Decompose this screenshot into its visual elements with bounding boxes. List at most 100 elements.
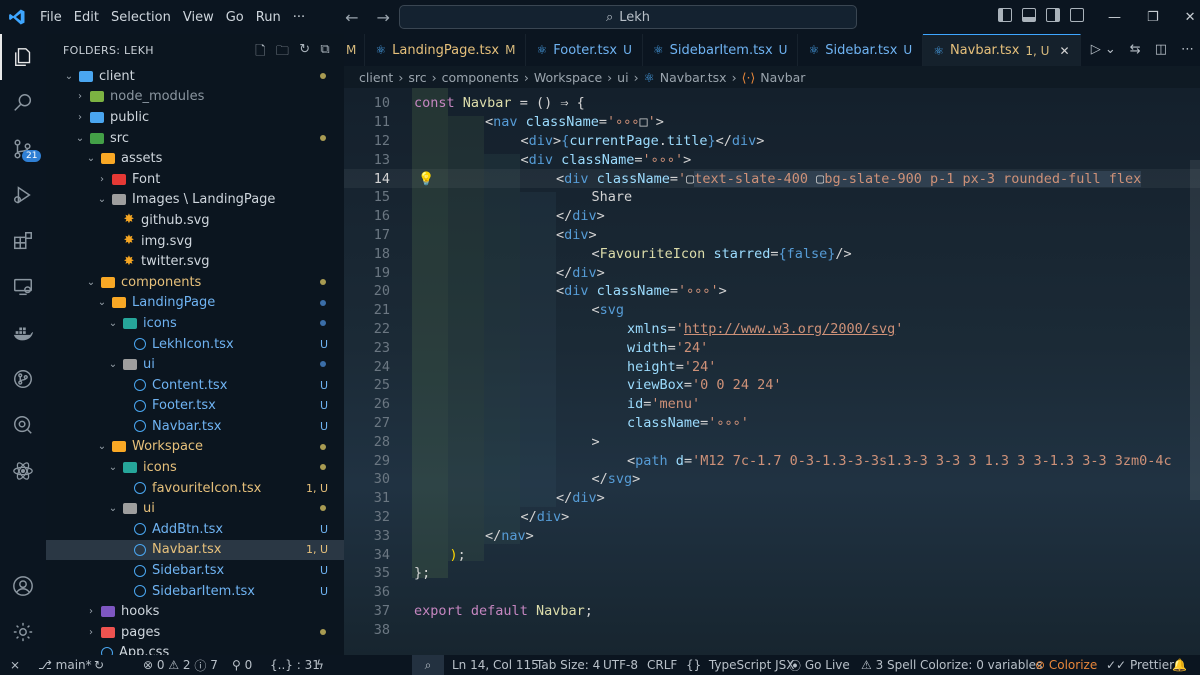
collapse-all-icon[interactable]: ⧉: [320, 42, 330, 64]
folder-item[interactable]: ⌄ LandingPage: [46, 293, 344, 314]
editor-tab[interactable]: ⚛ Sidebar.tsx U: [798, 34, 924, 66]
close-tab-icon[interactable]: ✕: [1059, 44, 1069, 58]
lightbulb-icon[interactable]: 💡: [418, 172, 434, 187]
go-live-button[interactable]: ⦿ Go Live: [789, 655, 850, 675]
source-control-icon[interactable]: 21: [0, 126, 46, 172]
extensions-icon[interactable]: [0, 218, 46, 264]
branch-indicator[interactable]: ⎇ main*: [38, 655, 92, 675]
scrollbar[interactable]: [1190, 160, 1200, 500]
file-item[interactable]: Navbar.tsx U: [46, 416, 344, 437]
problems-indicator[interactable]: ⊗ 0 ⚠ 2 ⓘ 7: [143, 655, 218, 675]
command-center-search[interactable]: ⌕ Lekh: [399, 5, 857, 29]
refresh-icon[interactable]: ↻: [299, 42, 310, 64]
toggle-panel-icon[interactable]: [1022, 8, 1036, 22]
menu-item[interactable]: ···: [287, 10, 311, 25]
folder-item[interactable]: ⌄ client: [46, 66, 344, 87]
breadcrumb-item[interactable]: Navbar.tsx: [660, 70, 727, 85]
encoding[interactable]: UTF-8: [603, 655, 638, 675]
breadcrumb-item[interactable]: ui: [617, 70, 628, 85]
menu-item[interactable]: File: [34, 10, 68, 25]
language-mode[interactable]: {} TypeScript JSX: [686, 655, 794, 675]
menu-item[interactable]: Edit: [68, 10, 105, 25]
search-icon[interactable]: [0, 80, 46, 126]
customize-layout-icon[interactable]: [1070, 8, 1084, 22]
editor-tab[interactable]: ⚛ LandingPage.tsx M: [365, 34, 527, 66]
editor-tab[interactable]: ⚛ Footer.tsx U: [526, 34, 643, 66]
ports-indicator[interactable]: ⚲ 0: [232, 655, 252, 675]
file-item[interactable]: Sidebar.tsx U: [46, 560, 344, 581]
file-item[interactable]: ✸ img.svg: [46, 231, 344, 252]
folder-item[interactable]: › node_modules: [46, 87, 344, 108]
spell-indicator[interactable]: ⚠ 3 Spell: [861, 655, 916, 675]
remote-explorer-icon[interactable]: [0, 264, 46, 310]
explorer-icon[interactable]: [0, 34, 46, 80]
breadcrumb-item[interactable]: src: [408, 70, 426, 85]
react-icon[interactable]: [0, 448, 46, 494]
more-actions-icon[interactable]: ⋯: [1181, 42, 1194, 57]
file-item[interactable]: Content.tsx U: [46, 375, 344, 396]
folder-item[interactable]: ⌄ components: [46, 272, 344, 293]
folder-item[interactable]: ⌄ src: [46, 128, 344, 149]
colorize-button[interactable]: ⊘ Colorize: [1035, 655, 1097, 675]
remote-indicator-icon[interactable]: ⨯: [0, 655, 30, 675]
editor-tab[interactable]: M: [344, 34, 366, 66]
file-item[interactable]: Navbar.tsx 1, U: [46, 539, 344, 561]
breadcrumb-item[interactable]: client: [359, 70, 393, 85]
sync-icon[interactable]: ↻: [94, 655, 104, 675]
folder-item[interactable]: ⌄ ui: [46, 498, 344, 519]
breadcrumb-item[interactable]: Navbar: [760, 70, 805, 85]
close-icon[interactable]: ✕: [1185, 10, 1196, 25]
file-item[interactable]: SidebarItem.tsx U: [46, 581, 344, 602]
breadcrumb-item[interactable]: Workspace: [534, 70, 602, 85]
notifications-icon[interactable]: 🔔: [1172, 655, 1187, 675]
settings-gear-icon[interactable]: [0, 609, 46, 655]
prettier-button[interactable]: ✓✓ Prettier: [1106, 655, 1174, 675]
minimize-icon[interactable]: —: [1108, 10, 1121, 25]
folder-item[interactable]: ⌄ Images \ LandingPage: [46, 190, 344, 211]
folder-item[interactable]: ⌄ icons: [46, 457, 344, 478]
folder-item[interactable]: ⌄ Workspace: [46, 437, 344, 458]
folder-item[interactable]: › hooks: [46, 601, 344, 622]
code-editor[interactable]: 10 const Navbar = () ⇒ {11 <nav className=…: [344, 88, 1200, 655]
new-file-icon[interactable]: 🗋: [255, 42, 266, 64]
folder-item[interactable]: › pages: [46, 622, 344, 643]
file-item[interactable]: ✸ github.svg: [46, 210, 344, 231]
editor-tab[interactable]: ⚛ SidebarItem.tsx U: [643, 34, 799, 66]
menu-item[interactable]: Selection: [105, 10, 177, 25]
menu-item[interactable]: Go: [220, 10, 250, 25]
file-item[interactable]: ✸ twitter.svg: [46, 251, 344, 272]
editor-tab[interactable]: ⚛ Navbar.tsx 1, U ✕: [923, 34, 1081, 66]
folder-item[interactable]: ⌄ assets: [46, 148, 344, 169]
toggle-primary-sidebar-icon[interactable]: [998, 8, 1012, 22]
file-item[interactable]: favouriteIcon.tsx 1, U: [46, 478, 344, 499]
folder-item[interactable]: ⌄ ui: [46, 354, 344, 375]
folder-item[interactable]: › Font: [46, 169, 344, 190]
file-item[interactable]: AddBtn.tsx U: [46, 519, 344, 540]
zoom-icon[interactable]: ⌕: [412, 655, 444, 675]
menu-item[interactable]: View: [177, 10, 220, 25]
braces-indicator[interactable]: {..} : 31: [270, 655, 320, 675]
folder-item[interactable]: ⌄ icons: [46, 313, 344, 334]
folder-item[interactable]: › public: [46, 107, 344, 128]
git-compare-icon[interactable]: ⇆: [1130, 42, 1141, 57]
cursor-position[interactable]: Ln 14, Col 115: [452, 655, 539, 675]
file-item[interactable]: Footer.tsx U: [46, 396, 344, 417]
file-item[interactable]: LekhIcon.tsx U: [46, 334, 344, 355]
accounts-icon[interactable]: [0, 563, 46, 609]
git-graph-icon[interactable]: [0, 356, 46, 402]
forward-arrow-icon[interactable]: →: [377, 8, 390, 27]
run-debug-icon[interactable]: [0, 172, 46, 218]
colorize-variables[interactable]: Colorize: 0 variables: [920, 655, 1042, 675]
tab-size[interactable]: Tab Size: 4: [536, 655, 600, 675]
back-arrow-icon[interactable]: ←: [345, 8, 358, 27]
new-folder-icon[interactable]: 🗀: [276, 42, 289, 64]
split-editor-icon[interactable]: ◫: [1155, 42, 1167, 57]
restore-icon[interactable]: ❐: [1147, 10, 1159, 25]
breadcrumb-item[interactable]: components: [442, 70, 519, 85]
eol[interactable]: CRLF: [647, 655, 677, 675]
gitlens-icon[interactable]: [0, 402, 46, 448]
docker-icon[interactable]: [0, 310, 46, 356]
menu-item[interactable]: Run: [250, 10, 287, 25]
lightning-icon[interactable]: ϟ: [316, 655, 324, 675]
toggle-secondary-sidebar-icon[interactable]: [1046, 8, 1060, 22]
